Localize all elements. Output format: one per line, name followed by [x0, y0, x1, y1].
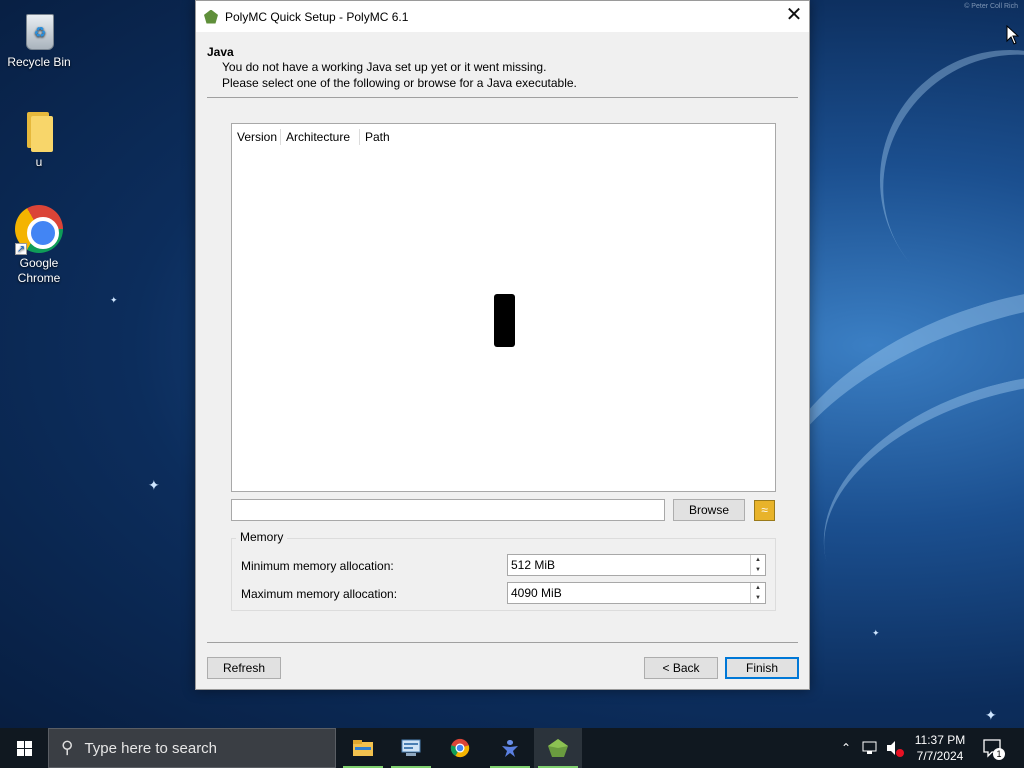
- header-divider: [207, 97, 798, 98]
- quick-setup-dialog: PolyMC Quick Setup - PolyMC 6.1 ✕ Java Y…: [195, 0, 810, 690]
- taskbar-app-file-explorer[interactable]: [339, 728, 387, 768]
- taskbar-app-genie[interactable]: [486, 728, 534, 768]
- show-hidden-icons-chevron-icon[interactable]: ⌃: [838, 728, 854, 768]
- chrome-icon: ↗: [15, 205, 63, 255]
- desktop-icon-recycle-bin[interactable]: ♻ Recycle Bin: [1, 8, 77, 70]
- mouse-cursor-icon: [1006, 25, 1019, 45]
- windows-logo-icon: [17, 741, 32, 756]
- taskbar-search[interactable]: ⚲ Type here to search: [48, 728, 336, 768]
- control-panel-icon: [401, 739, 421, 756]
- wallpaper-streak: [826, 0, 1024, 364]
- max-memory-label: Maximum memory allocation:: [241, 587, 398, 601]
- max-memory-spinbox[interactable]: 4090 MiB ▲ ▼: [507, 582, 766, 604]
- loading-indicator: [494, 294, 515, 347]
- page-subtitle: You do not have a working Java set up ye…: [222, 60, 547, 74]
- column-header-path[interactable]: Path: [360, 129, 395, 145]
- desktop-icon-label: u: [35, 155, 43, 169]
- shortcut-arrow-icon: ↗: [15, 243, 27, 255]
- wallpaper-star: ✦: [148, 477, 160, 493]
- desktop-icon-google-chrome[interactable]: ↗ Google Chrome: [1, 205, 77, 286]
- start-button[interactable]: [0, 728, 48, 768]
- desktop-icon-label: Google Chrome: [17, 256, 61, 285]
- polymc-icon: [548, 739, 568, 757]
- title-bar[interactable]: PolyMC Quick Setup - PolyMC 6.1 ✕: [196, 1, 809, 32]
- column-header-version[interactable]: Version: [232, 129, 281, 145]
- network-icon[interactable]: [860, 728, 882, 768]
- clock-time: 11:37 PM: [914, 733, 966, 747]
- notification-count-badge: 1: [993, 748, 1005, 760]
- close-button[interactable]: ✕: [779, 1, 809, 32]
- taskbar-clock[interactable]: 11:37 PM 7/7/2024: [906, 732, 974, 764]
- memory-group-title: Memory: [236, 530, 288, 544]
- page-subtitle: Please select one of the following or br…: [222, 76, 577, 90]
- wallpaper-watermark: © Peter Coll Rich: [964, 3, 1018, 10]
- memory-groupbox: Memory Minimum memory allocation: 512 Mi…: [231, 530, 776, 611]
- wallpaper-star: ✦: [110, 295, 118, 305]
- min-memory-label: Minimum memory allocation:: [241, 559, 394, 573]
- wallpaper-star: ✦: [985, 707, 997, 723]
- folder-icon: [19, 108, 59, 152]
- desktop-icon-label: Recycle Bin: [7, 55, 71, 69]
- column-header-architecture[interactable]: Architecture: [281, 129, 360, 145]
- max-memory-value: 4090 MiB: [511, 586, 562, 600]
- taskbar-app-control-panel[interactable]: [387, 728, 435, 768]
- clock-date: 7/7/2024: [916, 749, 964, 763]
- notification-center-button[interactable]: 1: [980, 728, 1016, 768]
- taskbar-app-polymc[interactable]: [534, 728, 582, 768]
- file-explorer-icon: [353, 740, 373, 756]
- footer-divider: [207, 642, 798, 643]
- search-icon: ⚲: [61, 738, 74, 757]
- min-memory-value: 512 MiB: [511, 558, 556, 572]
- desktop-icon-folder-u[interactable]: u: [1, 108, 77, 170]
- spin-arrows-icon[interactable]: ▲ ▼: [750, 555, 765, 575]
- java-path-input[interactable]: [231, 499, 665, 521]
- java-status-icon[interactable]: ≈: [754, 500, 775, 521]
- spin-arrows-icon[interactable]: ▲ ▼: [750, 583, 765, 603]
- java-version-list[interactable]: Version Architecture Path: [231, 123, 776, 492]
- page-title: Java: [207, 45, 234, 59]
- refresh-button[interactable]: Refresh: [207, 657, 281, 679]
- page-header: Java You do not have a working Java set …: [207, 45, 577, 91]
- taskbar: ⚲ Type here to search ⌃ 11:37 PM 7/7/202…: [0, 728, 1024, 768]
- chrome-icon: [450, 738, 470, 758]
- genie-icon: [502, 740, 518, 757]
- recycle-bin-icon: ♻: [19, 8, 59, 52]
- polymc-icon: [204, 9, 218, 24]
- wallpaper-streak: [794, 333, 1024, 687]
- volume-muted-icon[interactable]: [884, 728, 906, 768]
- window-title: PolyMC Quick Setup - PolyMC 6.1: [225, 9, 409, 24]
- back-button[interactable]: < Back: [644, 657, 718, 679]
- browse-button[interactable]: Browse: [673, 499, 745, 521]
- search-placeholder: Type here to search: [84, 739, 218, 757]
- wallpaper-star: ✦: [872, 628, 880, 638]
- taskbar-app-chrome[interactable]: [436, 728, 484, 768]
- list-header: Version Architecture Path: [232, 124, 775, 150]
- min-memory-spinbox[interactable]: 512 MiB ▲ ▼: [507, 554, 766, 576]
- finish-button[interactable]: Finish: [725, 657, 799, 679]
